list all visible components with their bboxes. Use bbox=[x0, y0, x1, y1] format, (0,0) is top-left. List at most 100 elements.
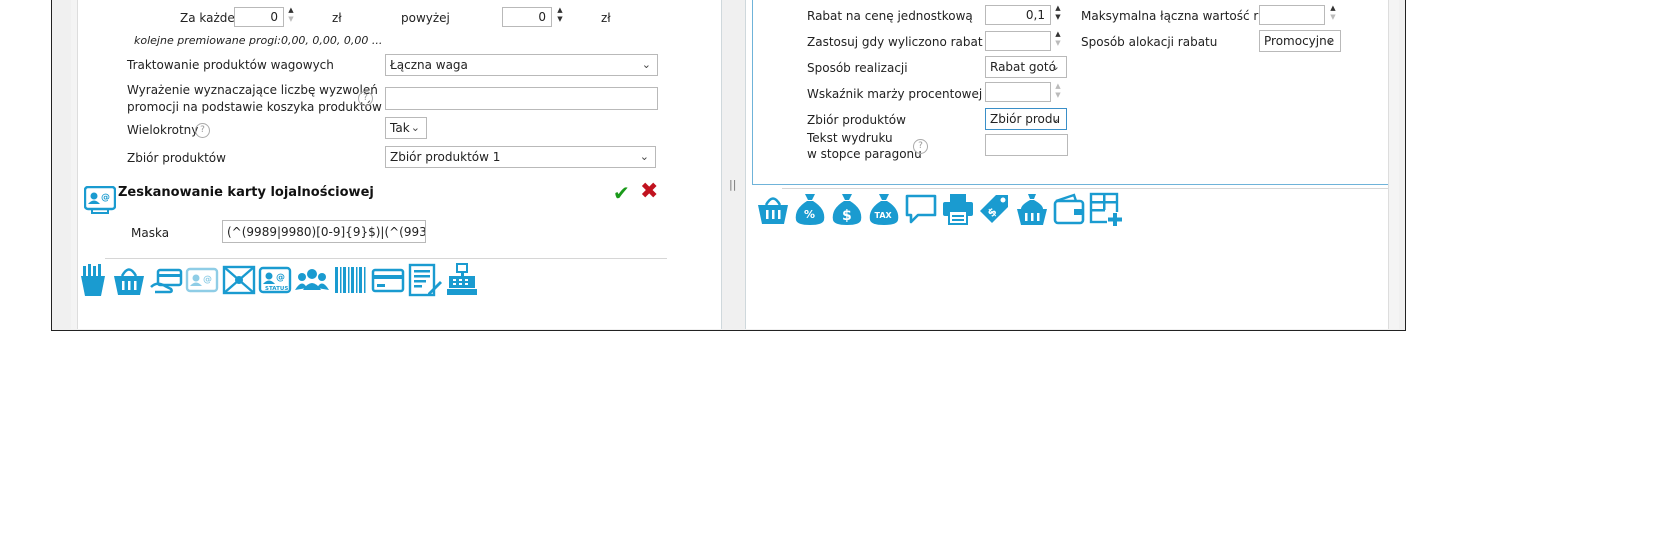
speech-icon[interactable] bbox=[904, 192, 938, 226]
multiple-value: Tak bbox=[390, 121, 410, 135]
margin-input[interactable] bbox=[985, 82, 1051, 102]
expression-label-line1: Wyrażenie wyznaczające liczbę wyzwoleń bbox=[127, 83, 378, 97]
mask-input[interactable]: (^(9989|9980)[0-9]{9}$)|(^(993|04 bbox=[222, 220, 426, 243]
chevron-down-icon: ⌄ bbox=[1050, 112, 1060, 125]
spin-up-icon[interactable]: ▲ bbox=[1053, 30, 1063, 39]
mask-label: Maska bbox=[131, 226, 170, 240]
svg-text:STATUS: STATUS bbox=[265, 286, 288, 292]
edit-list-icon[interactable] bbox=[408, 263, 442, 297]
basket-bag-icon[interactable] bbox=[1015, 192, 1049, 226]
spin-down-icon[interactable]: ▼ bbox=[555, 15, 565, 24]
weight-treatment-select[interactable]: Łączna waga ⌄ bbox=[385, 54, 658, 76]
spin-down-icon[interactable]: ▼ bbox=[1053, 13, 1063, 22]
spin-up-icon[interactable]: ▲ bbox=[286, 6, 296, 15]
no-scan-icon[interactable] bbox=[222, 263, 256, 297]
realization-label: Sposób realizacji bbox=[807, 61, 908, 75]
loyalty-card-disabled-icon[interactable]: @ bbox=[185, 263, 219, 297]
dollar-bag-icon[interactable]: $ bbox=[830, 192, 864, 226]
apply-when-label: Zastosuj gdy wyliczono rabat >= bbox=[807, 35, 1007, 49]
expression-input[interactable] bbox=[385, 87, 658, 110]
unit-discount-input[interactable]: 0,1 bbox=[985, 5, 1051, 25]
help-icon[interactable]: ? bbox=[195, 123, 210, 138]
apply-when-input[interactable] bbox=[985, 31, 1051, 51]
svg-text:@: @ bbox=[276, 273, 285, 283]
window-frame: Za każde 0 ▲ ▼ zł powyżej 0 ▲ ▼ zł kolejne… bbox=[51, 0, 1406, 331]
max-total-spinner[interactable]: ▲ ▼ bbox=[1328, 4, 1338, 26]
max-total-label: Maksymalna łączna wartość rabat bbox=[1081, 9, 1286, 23]
basket-icon[interactable] bbox=[756, 192, 790, 226]
powyzej-input[interactable]: 0 bbox=[502, 7, 552, 27]
splitter-grip-icon[interactable]: || bbox=[729, 178, 736, 191]
card-hand-icon[interactable] bbox=[149, 263, 183, 297]
expression-label-line2: promocji na podstawie koszyka produktów bbox=[127, 100, 382, 114]
spin-down-icon[interactable]: ▼ bbox=[286, 15, 296, 24]
printer-icon[interactable] bbox=[941, 192, 975, 226]
svg-text:$: $ bbox=[842, 208, 852, 224]
margin-label: Wskaźnik marży procentowej bbox=[807, 87, 983, 101]
right-product-set-select[interactable]: Zbiór produ ⌄ bbox=[985, 108, 1067, 130]
right-product-set-value: Zbiór produ bbox=[990, 112, 1061, 126]
svg-text:@: @ bbox=[101, 193, 110, 203]
receipt-text-input[interactable] bbox=[985, 134, 1068, 156]
panel-splitter[interactable]: || bbox=[724, 0, 742, 329]
powyzej-unit: zł bbox=[601, 11, 611, 25]
fries-icon[interactable] bbox=[76, 263, 110, 297]
spin-up-icon[interactable]: ▲ bbox=[1053, 82, 1063, 91]
spin-up-icon[interactable]: ▲ bbox=[1053, 4, 1063, 13]
multiple-select[interactable]: Tak ⌄ bbox=[385, 117, 427, 139]
spin-down-icon[interactable]: ▼ bbox=[1328, 13, 1338, 22]
za-kazde-spinner[interactable]: ▲ ▼ bbox=[286, 6, 296, 28]
basket-icon[interactable] bbox=[112, 263, 146, 297]
loyalty-card-icon: @ bbox=[84, 186, 116, 214]
unit-discount-label: Rabat na cenę jednostkową bbox=[807, 9, 973, 23]
receipt-text-label-line1: Tekst wydruku bbox=[807, 131, 893, 145]
cash-register-icon[interactable] bbox=[445, 263, 479, 297]
chevron-down-icon: ⌄ bbox=[639, 150, 649, 163]
spin-down-icon[interactable]: ▼ bbox=[1053, 39, 1063, 48]
chevron-down-icon: ⌄ bbox=[410, 121, 420, 134]
apply-when-spinner[interactable]: ▲ ▼ bbox=[1053, 30, 1063, 52]
help-icon[interactable]: ? bbox=[913, 139, 928, 154]
product-set-label: Zbiór produktów bbox=[127, 151, 226, 165]
price-tag-icon[interactable]: $ bbox=[978, 192, 1012, 226]
barcode-icon[interactable] bbox=[333, 263, 367, 297]
credit-card-icon[interactable] bbox=[371, 263, 405, 297]
svg-text:TAX: TAX bbox=[875, 211, 893, 220]
add-form-icon[interactable] bbox=[1089, 192, 1123, 226]
confirm-icon[interactable]: ✔ bbox=[613, 181, 630, 205]
max-total-input[interactable] bbox=[1259, 5, 1325, 25]
group-icon[interactable] bbox=[295, 263, 329, 297]
svg-text:@: @ bbox=[203, 275, 212, 285]
right-panel: Rabat na cenę jednostkową 0,1 ▲ ▼ Zastosu… bbox=[745, 0, 1399, 329]
realization-value: Rabat gotó bbox=[990, 60, 1056, 74]
help-icon[interactable]: ? bbox=[358, 91, 373, 106]
realization-select[interactable]: Rabat gotó ⌄ bbox=[985, 56, 1067, 78]
right-panel-gutter bbox=[1388, 0, 1399, 329]
powyzej-spinner[interactable]: ▲ ▼ bbox=[555, 6, 565, 28]
weight-treatment-label: Traktowanie produktów wagowych bbox=[127, 58, 334, 72]
percent-bag-icon[interactable]: % bbox=[793, 192, 827, 226]
svg-text:%: % bbox=[804, 208, 815, 221]
za-kazde-label: Za każde bbox=[180, 11, 235, 25]
product-set-value: Zbiór produktów 1 bbox=[390, 150, 501, 164]
margin-spinner[interactable]: ▲ ▼ bbox=[1053, 82, 1063, 104]
spin-up-icon[interactable]: ▲ bbox=[1328, 4, 1338, 13]
spin-up-icon[interactable]: ▲ bbox=[555, 6, 565, 15]
allocation-select[interactable]: Promocyjne ⌄ bbox=[1259, 30, 1341, 52]
left-panel: Za każde 0 ▲ ▼ zł powyżej 0 ▲ ▼ zł kolejne… bbox=[71, 0, 722, 329]
status-card-icon[interactable]: @ STATUS bbox=[258, 263, 292, 297]
multiple-label: Wielokrotny bbox=[127, 123, 199, 137]
spin-down-icon[interactable]: ▼ bbox=[1053, 91, 1063, 100]
tax-bag-icon[interactable]: TAX bbox=[867, 192, 901, 226]
za-kazde-unit: zł bbox=[332, 11, 342, 25]
allocation-label: Sposób alokacji rabatu bbox=[1081, 35, 1218, 49]
chevron-down-icon: ⌄ bbox=[641, 58, 651, 71]
delete-icon[interactable]: ✖ bbox=[640, 179, 658, 204]
loyalty-section-title: Zeskanowanie karty lojalnościowej bbox=[118, 185, 374, 200]
product-set-select[interactable]: Zbiór produktów 1 ⌄ bbox=[385, 146, 656, 168]
allocation-value: Promocyjne bbox=[1264, 34, 1335, 48]
za-kazde-input[interactable]: 0 bbox=[234, 7, 284, 27]
unit-discount-spinner[interactable]: ▲ ▼ bbox=[1053, 4, 1063, 26]
wallet-icon[interactable] bbox=[1052, 192, 1086, 226]
weight-treatment-value: Łączna waga bbox=[390, 58, 468, 72]
